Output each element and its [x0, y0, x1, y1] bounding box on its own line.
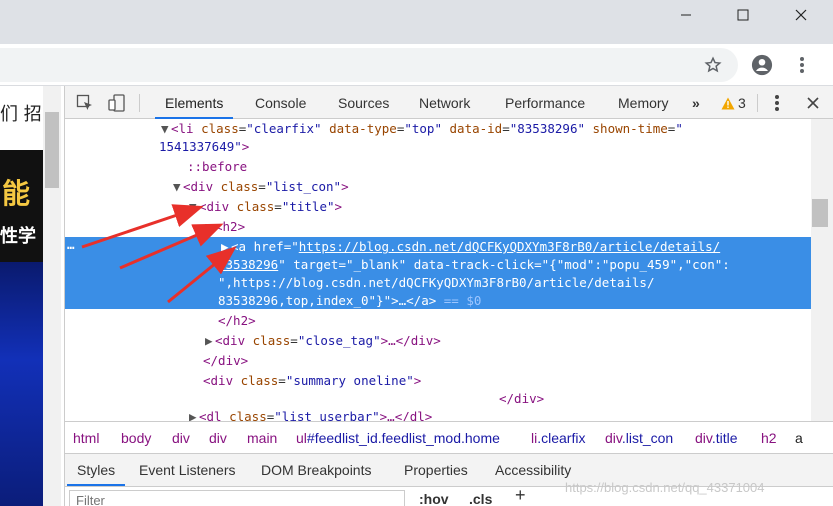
dom-node-h2-close[interactable]: </h2>	[65, 311, 811, 331]
tab-properties[interactable]: Properties	[394, 454, 478, 486]
dom-node-div-summary-close[interactable]: </div>	[65, 389, 811, 409]
selected-line-3: ",https://blog.csdn.net/dQCFKyQDXYm3F8rB…	[218, 275, 655, 290]
banner-text-2: 性学	[0, 226, 36, 247]
tab-styles[interactable]: Styles	[67, 454, 126, 486]
expand-triangle-icon[interactable]: ▶	[189, 407, 199, 421]
dom-node-before-pseudo[interactable]: ::before	[65, 157, 811, 177]
crumb-div-2[interactable]: div	[209, 430, 227, 446]
dom-scrollbar-track[interactable]	[811, 119, 833, 421]
address-bar[interactable]	[0, 48, 738, 82]
toolbar-divider	[139, 94, 140, 112]
dom-node-div-summary[interactable]: <div class="summary oneline">	[65, 371, 811, 391]
watermark-text: https://blog.csdn.net/qq_43371004	[565, 480, 765, 495]
profile-button[interactable]	[749, 52, 775, 78]
page-blue-image	[0, 262, 43, 506]
hov-button[interactable]: :hov	[419, 491, 449, 506]
collapse-triangle-icon[interactable]: ▼	[161, 119, 171, 139]
browser-toolbar	[0, 44, 833, 86]
tab-event-listeners[interactable]: Event Listeners	[129, 454, 246, 486]
styles-filter-input[interactable]	[69, 490, 405, 506]
inspect-element-button[interactable]	[73, 92, 97, 114]
devtools-tabbar: Elements Console Sources Network Perform…	[65, 86, 833, 119]
tab-network[interactable]: Network	[409, 86, 480, 119]
close-devtools-button[interactable]	[801, 92, 825, 114]
window-titlebar	[0, 0, 833, 44]
crumb-ul[interactable]: ul#feedlist_id.feedlist_mod.home	[296, 430, 500, 446]
toolbar-divider	[757, 94, 758, 112]
kebab-menu-icon	[775, 95, 779, 111]
kebab-menu-icon	[800, 57, 804, 73]
dom-tree: ▼ <li class="clearfix" data-type="top" da…	[65, 119, 811, 421]
warning-icon	[721, 97, 735, 109]
close-icon	[795, 9, 807, 21]
collapse-triangle-icon[interactable]: ▼	[189, 197, 199, 217]
crumb-div-list-con[interactable]: div.list_con	[605, 430, 673, 446]
crumb-a[interactable]: a	[795, 430, 803, 446]
expand-triangle-icon[interactable]: ▶	[221, 237, 231, 257]
tab-console[interactable]: Console	[245, 86, 316, 119]
page-nav-text[interactable]: 们 招	[0, 100, 42, 126]
maximize-button[interactable]	[720, 0, 766, 30]
dom-node-div-title[interactable]: ▼ <div class="title">	[65, 197, 811, 217]
dom-scrollbar-thumb[interactable]	[812, 199, 828, 227]
crumb-h2[interactable]: h2	[761, 430, 777, 446]
add-style-rule-button[interactable]: +	[515, 485, 526, 506]
tab-performance[interactable]: Performance	[495, 86, 595, 119]
close-icon	[807, 97, 819, 109]
devtools-menu-button[interactable]	[765, 92, 789, 114]
dom-node-dl-userbar[interactable]: ▶ <dl class="list userbar">…</dl>	[65, 407, 811, 421]
collapse-triangle-icon[interactable]: ▼	[173, 177, 183, 197]
dom-node-li-continued[interactable]: 1541337649">	[65, 137, 811, 157]
devtools-panel: Elements Console Sources Network Perform…	[64, 86, 833, 506]
selected-line-2: 83538296" target="_blank" data-track-cli…	[218, 257, 730, 272]
tab-dom-breakpoints[interactable]: DOM Breakpoints	[251, 454, 381, 486]
banner-text-1: 能	[2, 177, 31, 210]
browser-menu-button[interactable]	[789, 52, 815, 78]
warnings-counter[interactable]: 3	[721, 95, 746, 111]
crumb-li[interactable]: li.clearfix	[531, 430, 585, 446]
tab-elements[interactable]: Elements	[155, 86, 234, 119]
page-scrollbar-thumb[interactable]	[45, 112, 59, 188]
tab-memory[interactable]: Memory	[608, 86, 679, 119]
device-toolbar-button[interactable]	[105, 92, 129, 114]
cls-button[interactable]: .cls	[469, 491, 492, 506]
dom-node-div-close-tag[interactable]: ▶ <div class="close_tag">…</div>	[65, 331, 811, 351]
device-mode-icon	[108, 94, 125, 112]
star-icon	[704, 56, 722, 73]
breadcrumb: html body div div main ul#feedlist_id.fe…	[65, 421, 833, 454]
selected-line-4: 83538296,top,index_0"}">…</a> == $0	[218, 293, 482, 308]
bookmark-star-button[interactable]	[700, 52, 726, 78]
maximize-icon	[737, 9, 749, 21]
crumb-div-1[interactable]: div	[172, 430, 190, 446]
expand-triangle-icon[interactable]: ▶	[205, 331, 215, 351]
selected-line-1: ▶ <a href="https://blog.csdn.net/dQCFKyQD…	[65, 237, 811, 257]
dom-node-h2[interactable]: ▼ <h2>	[65, 217, 811, 237]
dom-node-div-close[interactable]: </div>	[65, 351, 811, 371]
dom-node-div-list-con[interactable]: ▼ <div class="list_con">	[65, 177, 811, 197]
minimize-icon	[681, 14, 691, 16]
tab-sources[interactable]: Sources	[328, 86, 399, 119]
crumb-body[interactable]: body	[121, 430, 151, 446]
crumb-div-title[interactable]: div.title	[695, 430, 738, 446]
dom-node-li[interactable]: ▼ <li class="clearfix" data-type="top" da…	[65, 119, 811, 139]
crumb-main[interactable]: main	[247, 430, 277, 446]
collapse-triangle-icon[interactable]: ▼	[205, 217, 215, 237]
warnings-count: 3	[738, 95, 746, 111]
account-icon	[751, 54, 773, 76]
close-window-button[interactable]	[778, 0, 824, 30]
inspect-cursor-icon	[76, 94, 92, 110]
crumb-html[interactable]: html	[73, 430, 99, 446]
more-tabs-button[interactable]: »	[688, 86, 704, 119]
minimize-button[interactable]	[663, 0, 709, 30]
